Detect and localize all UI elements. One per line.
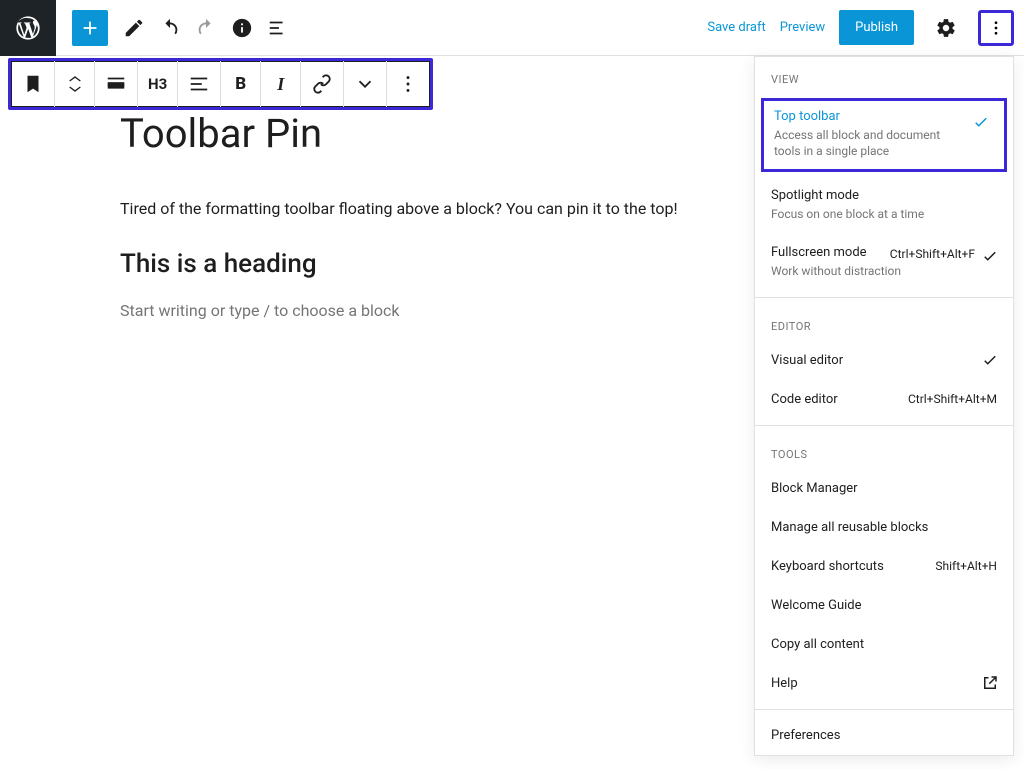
chevron-down-icon bbox=[354, 73, 376, 95]
align-left-icon bbox=[188, 73, 210, 95]
publish-button[interactable]: Publish bbox=[839, 10, 914, 45]
heading-block[interactable]: This is a heading bbox=[120, 249, 720, 279]
menu-item-desc: Work without distraction bbox=[771, 263, 941, 279]
link-icon bbox=[311, 73, 333, 95]
block-type-button[interactable] bbox=[12, 61, 55, 107]
block-options-button[interactable] bbox=[387, 61, 429, 107]
menu-block-manager[interactable]: Block Manager bbox=[755, 469, 1013, 508]
outline-button[interactable] bbox=[260, 10, 296, 46]
post-title[interactable]: Toolbar Pin bbox=[120, 110, 720, 157]
info-button[interactable] bbox=[224, 10, 260, 46]
block-mover[interactable] bbox=[55, 61, 95, 107]
wordpress-icon bbox=[14, 14, 42, 42]
menu-item-desc: Access all block and document tools in a… bbox=[774, 127, 944, 159]
italic-label: I bbox=[277, 74, 284, 95]
more-vertical-icon bbox=[987, 19, 1005, 37]
more-rich-text-button[interactable] bbox=[344, 61, 387, 107]
chevron-up-icon bbox=[67, 74, 83, 84]
bold-button[interactable]: B bbox=[221, 61, 261, 107]
menu-item-title: Spotlight mode bbox=[771, 188, 997, 203]
menu-item-title: Preferences bbox=[771, 728, 840, 743]
menu-item-title: Help bbox=[771, 676, 798, 691]
save-draft-button[interactable]: Save draft bbox=[707, 20, 765, 35]
menu-item-shortcut: Shift+Alt+H bbox=[935, 559, 997, 573]
heading-level-button[interactable]: H3 bbox=[138, 61, 178, 107]
redo-icon bbox=[195, 17, 217, 39]
menu-welcome-guide[interactable]: Welcome Guide bbox=[755, 586, 1013, 625]
menu-item-shortcut: Ctrl+Shift+Alt+F bbox=[890, 247, 975, 261]
bookmark-icon bbox=[22, 73, 44, 95]
menu-reusable-blocks[interactable]: Manage all reusable blocks bbox=[755, 508, 1013, 547]
empty-block-placeholder[interactable]: Start writing or type / to choose a bloc… bbox=[120, 301, 720, 320]
dropdown-section-editor: EDITOR bbox=[755, 304, 1013, 341]
menu-visual-editor[interactable]: Visual editor bbox=[755, 341, 1013, 380]
more-vertical-icon bbox=[397, 73, 419, 95]
editor-canvas: Toolbar Pin Tired of the formatting tool… bbox=[120, 110, 720, 320]
editor-top-bar: Save draft Preview Publish bbox=[0, 0, 1024, 56]
menu-preferences[interactable]: Preferences bbox=[755, 716, 1013, 755]
text-align-button[interactable] bbox=[178, 61, 221, 107]
undo-icon bbox=[159, 17, 181, 39]
chevron-down-icon bbox=[67, 84, 83, 94]
menu-fullscreen-mode[interactable]: Fullscreen mode Work without distraction… bbox=[755, 235, 1013, 291]
align-wide-button[interactable] bbox=[95, 61, 138, 107]
list-view-icon bbox=[267, 17, 289, 39]
wordpress-logo[interactable] bbox=[0, 0, 56, 56]
paragraph-block[interactable]: Tired of the formatting toolbar floating… bbox=[120, 197, 720, 221]
italic-button[interactable]: I bbox=[261, 61, 301, 107]
redo-button[interactable] bbox=[188, 10, 224, 46]
block-toolbar: H3 B I bbox=[11, 61, 430, 107]
toolbar-right-group: Save draft Preview Publish bbox=[707, 10, 1024, 46]
block-toolbar-pinned: H3 B I bbox=[8, 58, 433, 110]
menu-copy-all[interactable]: Copy all content bbox=[755, 625, 1013, 664]
menu-item-title: Keyboard shortcuts bbox=[771, 559, 884, 574]
menu-item-title: Welcome Guide bbox=[771, 598, 862, 613]
menu-keyboard-shortcuts[interactable]: Keyboard shortcuts Shift+Alt+H bbox=[755, 547, 1013, 586]
check-icon bbox=[981, 351, 999, 373]
menu-item-shortcut: Ctrl+Shift+Alt+M bbox=[908, 392, 997, 406]
external-link-icon bbox=[981, 674, 999, 696]
plus-icon bbox=[79, 17, 101, 39]
align-icon bbox=[105, 73, 127, 95]
menu-item-desc: Focus on one block at a time bbox=[771, 206, 941, 222]
menu-spotlight-mode[interactable]: Spotlight mode Focus on one block at a t… bbox=[755, 178, 1013, 234]
info-icon bbox=[231, 17, 253, 39]
gear-icon bbox=[935, 17, 957, 39]
add-block-button[interactable] bbox=[72, 10, 108, 46]
options-dropdown: VIEW Top toolbar Access all block and do… bbox=[754, 56, 1014, 756]
menu-item-title: Code editor bbox=[771, 392, 838, 407]
dropdown-section-tools: TOOLS bbox=[755, 432, 1013, 469]
menu-item-title: Top toolbar bbox=[774, 109, 994, 124]
dropdown-divider bbox=[755, 425, 1013, 426]
settings-button[interactable] bbox=[928, 10, 964, 46]
edit-mode-button[interactable] bbox=[116, 10, 152, 46]
undo-button[interactable] bbox=[152, 10, 188, 46]
check-icon bbox=[981, 247, 999, 269]
bold-label: B bbox=[235, 74, 246, 94]
dropdown-section-view: VIEW bbox=[755, 57, 1013, 94]
dropdown-divider bbox=[755, 709, 1013, 710]
menu-code-editor[interactable]: Code editor Ctrl+Shift+Alt+M bbox=[755, 380, 1013, 419]
menu-help[interactable]: Help bbox=[755, 664, 1013, 703]
menu-item-title: Copy all content bbox=[771, 637, 864, 652]
menu-item-title: Visual editor bbox=[771, 353, 843, 368]
preview-button[interactable]: Preview bbox=[780, 20, 825, 35]
menu-item-title: Manage all reusable blocks bbox=[771, 520, 928, 535]
options-menu-button[interactable] bbox=[978, 10, 1014, 46]
check-icon bbox=[972, 113, 990, 135]
link-button[interactable] bbox=[301, 61, 344, 107]
dropdown-divider bbox=[755, 297, 1013, 298]
pencil-icon bbox=[123, 17, 145, 39]
toolbar-left-group bbox=[56, 10, 296, 46]
menu-top-toolbar[interactable]: Top toolbar Access all block and documen… bbox=[761, 98, 1007, 172]
heading-level-label: H3 bbox=[148, 75, 167, 93]
menu-item-title: Block Manager bbox=[771, 481, 858, 496]
